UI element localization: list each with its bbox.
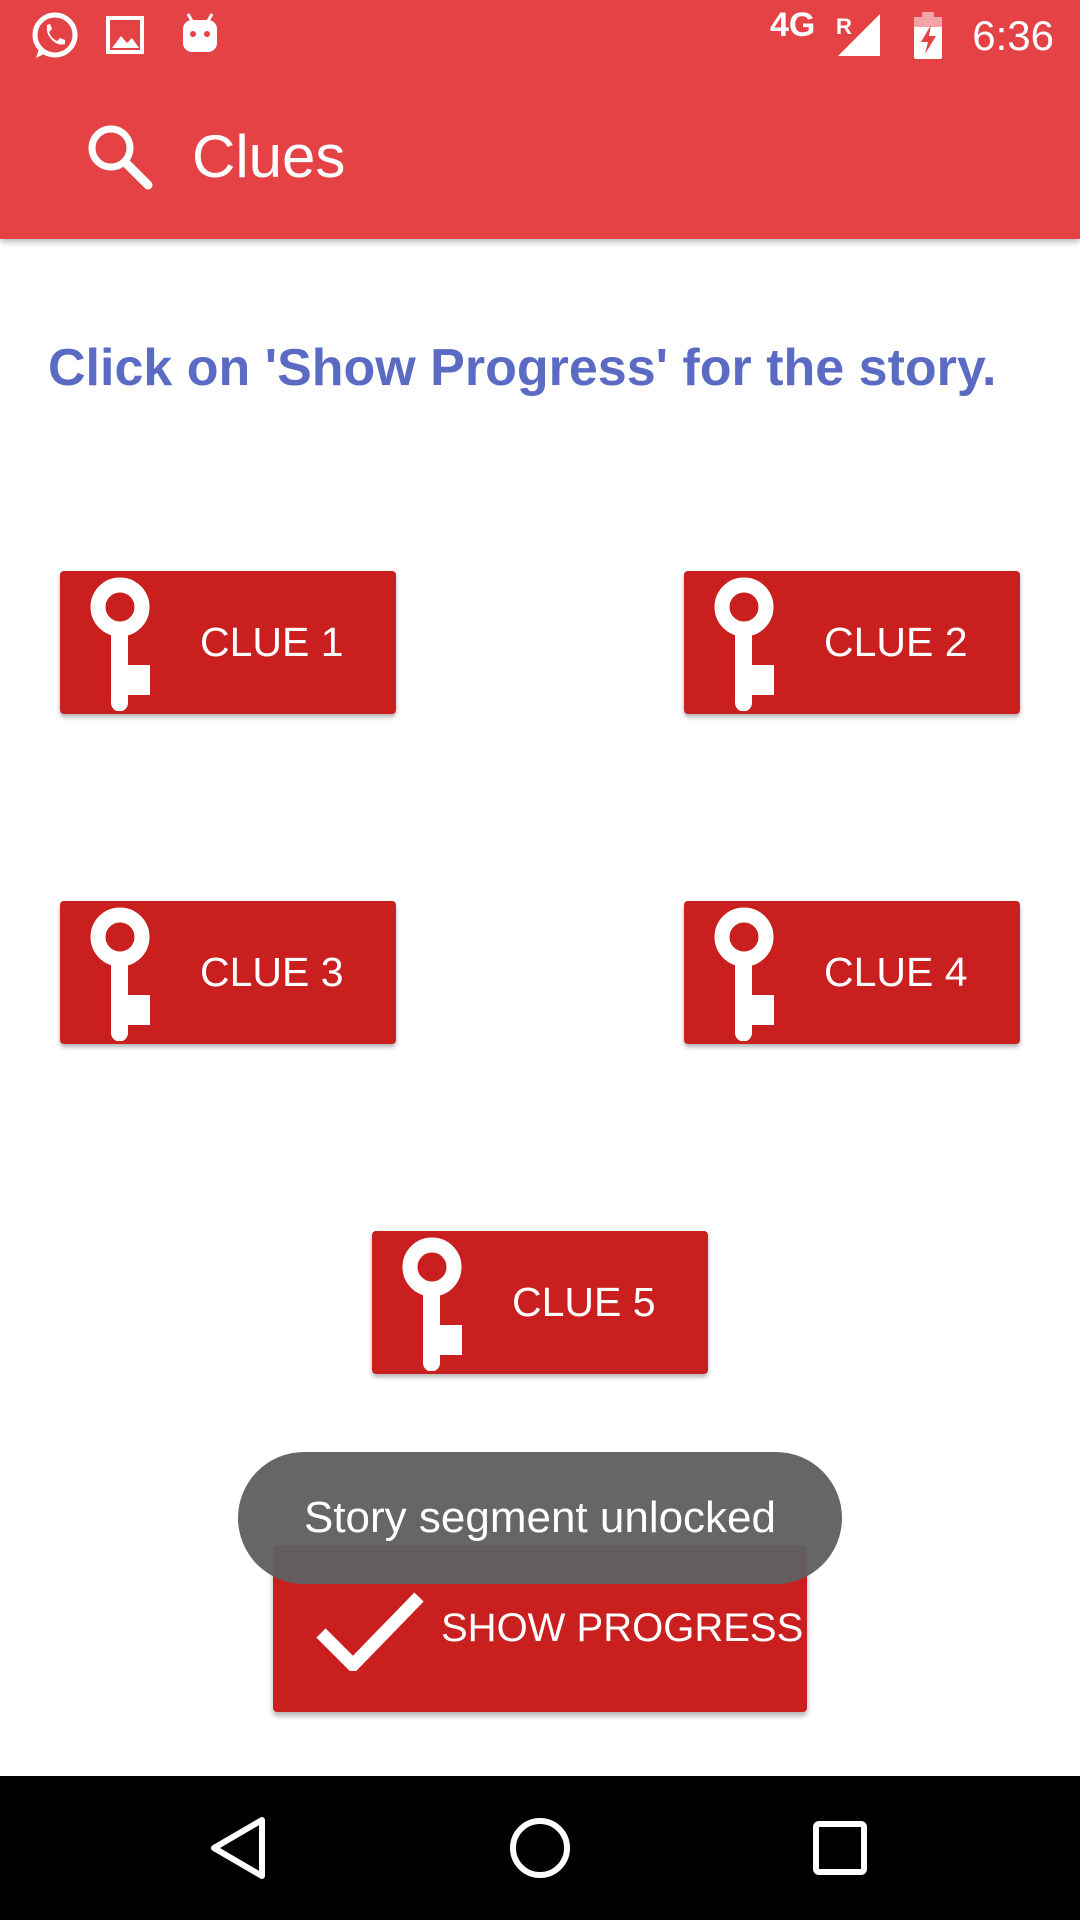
key-icon bbox=[402, 1237, 468, 1374]
clue-label: CLUE 3 bbox=[200, 949, 344, 995]
signal-icon bbox=[834, 12, 882, 63]
clue-1-button[interactable]: CLUE 1 bbox=[60, 571, 396, 714]
status-bar: 4G R 6:36 bbox=[0, 0, 1080, 73]
key-icon bbox=[90, 577, 156, 714]
clue-label: CLUE 2 bbox=[824, 619, 968, 665]
key-icon bbox=[714, 907, 780, 1044]
key-icon bbox=[90, 907, 156, 1044]
toast-message: Story segment unlocked bbox=[238, 1452, 842, 1584]
navigation-bar bbox=[0, 1776, 1080, 1920]
network-type: 4G bbox=[770, 6, 816, 44]
clue-label: CLUE 5 bbox=[512, 1279, 656, 1325]
recents-icon[interactable] bbox=[800, 1808, 880, 1888]
clock: 6:36 bbox=[972, 12, 1054, 59]
page-title: Clues bbox=[192, 123, 346, 190]
battery-charging-icon bbox=[912, 12, 944, 65]
android-icon bbox=[180, 12, 220, 61]
clue-4-button[interactable]: CLUE 4 bbox=[684, 901, 1020, 1044]
home-icon[interactable] bbox=[500, 1808, 580, 1888]
clue-2-button[interactable]: CLUE 2 bbox=[684, 571, 1020, 714]
gallery-icon bbox=[106, 16, 146, 61]
clue-5-button[interactable]: CLUE 5 bbox=[372, 1231, 708, 1374]
back-icon[interactable] bbox=[200, 1808, 280, 1888]
whatsapp-icon bbox=[28, 10, 80, 67]
search-icon[interactable] bbox=[84, 121, 154, 196]
clue-label: CLUE 1 bbox=[200, 619, 344, 665]
clue-label: CLUE 4 bbox=[824, 949, 968, 995]
check-icon bbox=[315, 1589, 425, 1675]
instruction-text: Click on 'Show Progress' for the story. bbox=[48, 339, 997, 397]
app-bar: Clues bbox=[0, 73, 1080, 239]
key-icon bbox=[714, 577, 780, 714]
clue-3-button[interactable]: CLUE 3 bbox=[60, 901, 396, 1044]
